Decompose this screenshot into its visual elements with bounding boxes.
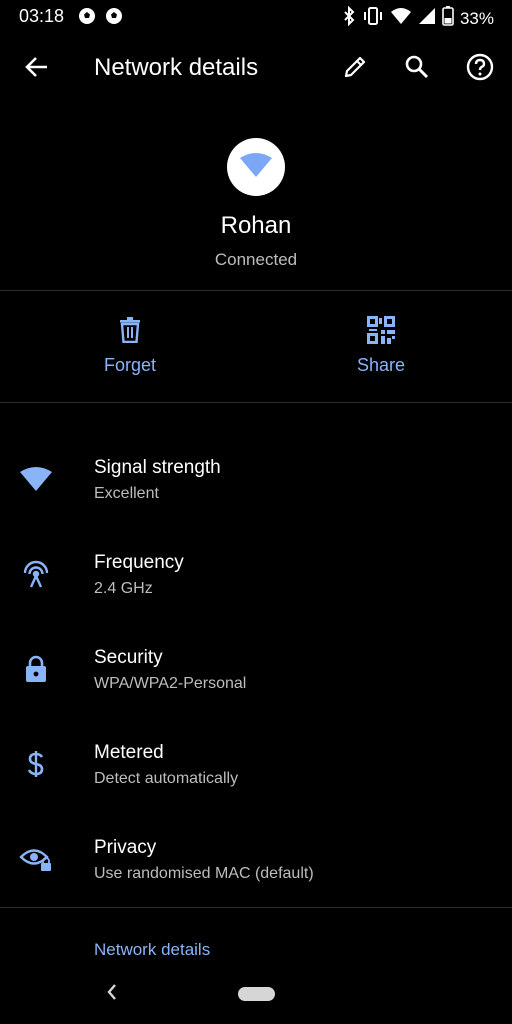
chevron-left-icon (106, 983, 118, 1006)
network-status: Connected (214, 250, 298, 269)
metered-value: Detect automatically (94, 770, 239, 787)
navigation-bar (0, 970, 512, 1024)
privacy-value: Use randomised MAC (default) (94, 865, 314, 882)
bluetooth-icon (342, 5, 356, 31)
eye-lock-icon (19, 845, 53, 878)
edit-button[interactable] (338, 52, 372, 86)
help-button[interactable] (463, 52, 497, 86)
nav-home-pill[interactable] (238, 987, 275, 1001)
vibrate-icon (362, 6, 384, 31)
lock-icon (24, 654, 48, 689)
wifi-signal-icon (19, 466, 53, 497)
frequency-value: 2.4 GHz (94, 580, 153, 597)
network-details-section-link[interactable]: Network details (94, 940, 210, 960)
forget-label: Forget (103, 355, 157, 375)
signal-strength-title: Signal strength (94, 457, 221, 478)
search-button[interactable] (400, 52, 434, 86)
arrow-back-icon (24, 54, 50, 85)
page-title: Network details (94, 54, 259, 81)
security-row[interactable]: Security WPA/WPA2-Personal (0, 647, 512, 727)
soccer-ball-icon (105, 7, 123, 30)
edit-icon (342, 54, 368, 85)
battery-icon (442, 6, 454, 31)
signal-strength-value: Excellent (94, 485, 159, 502)
metered-row[interactable]: Metered Detect automatically (0, 742, 512, 822)
wifi-icon (390, 7, 412, 30)
trash-icon (119, 316, 141, 348)
battery-percent: 33% (459, 8, 494, 28)
help-icon (466, 53, 494, 86)
network-avatar (227, 138, 285, 196)
dollar-icon (26, 749, 46, 784)
app-bar: Network details (0, 42, 512, 96)
status-bar: 03:18 33% (0, 0, 512, 34)
qr-code-icon (367, 315, 395, 349)
network-name: Rohan (220, 212, 292, 239)
frequency-title: Frequency (94, 552, 184, 573)
divider (0, 907, 512, 908)
divider (0, 402, 512, 403)
search-icon (404, 54, 430, 85)
signal-strength-row[interactable]: Signal strength Excellent (0, 457, 512, 537)
share-label: Share (356, 355, 406, 375)
share-button[interactable]: Share (311, 315, 451, 376)
nav-back-button[interactable] (102, 982, 122, 1006)
frequency-row[interactable]: Frequency 2.4 GHz (0, 552, 512, 632)
signal-icon (418, 7, 436, 30)
privacy-row[interactable]: Privacy Use randomised MAC (default) (0, 837, 512, 917)
back-button[interactable] (20, 52, 54, 86)
antenna-icon (20, 558, 52, 595)
forget-button[interactable]: Forget (60, 315, 200, 376)
security-title: Security (94, 647, 163, 668)
status-time: 03:18 (19, 6, 65, 26)
network-header: Rohan Connected (0, 138, 512, 270)
wifi-icon (239, 152, 273, 183)
metered-title: Metered (94, 742, 164, 763)
security-value: WPA/WPA2-Personal (94, 675, 247, 692)
privacy-title: Privacy (94, 837, 157, 858)
soccer-ball-icon (78, 7, 96, 30)
divider (0, 290, 512, 291)
